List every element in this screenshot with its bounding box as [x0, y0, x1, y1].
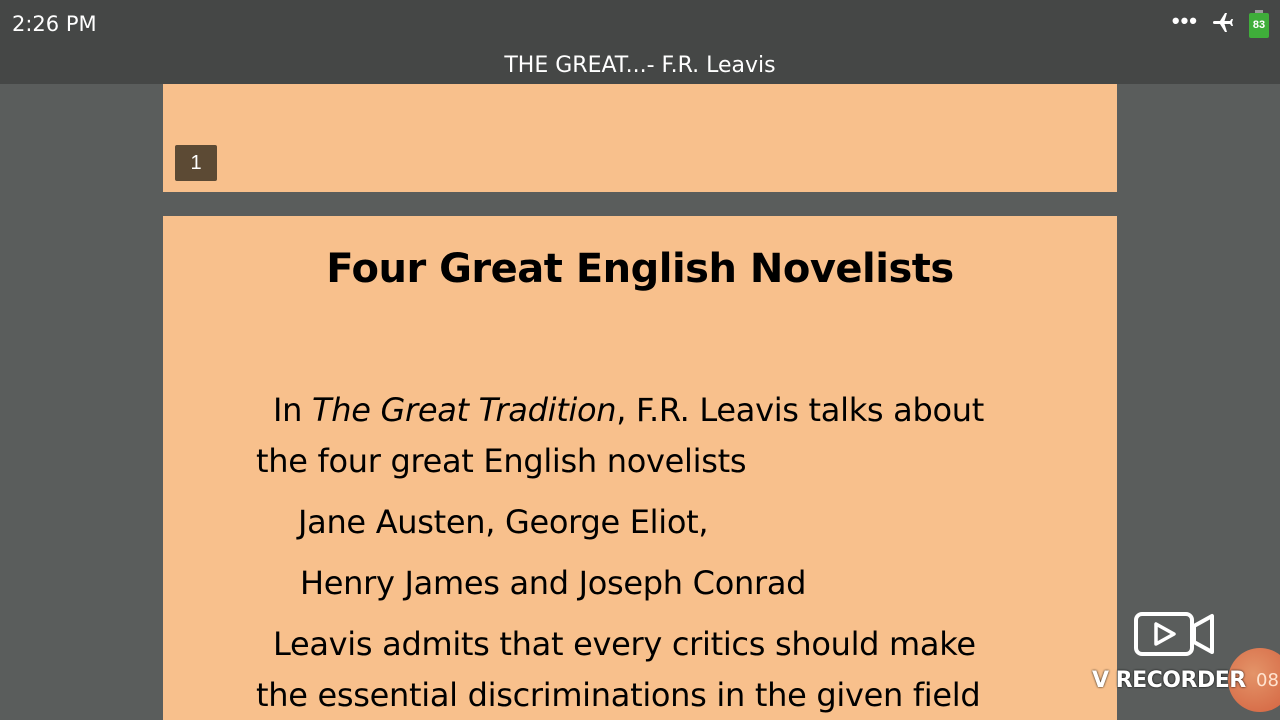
recorder-overlay[interactable]: 08 V RECORDER: [1090, 606, 1280, 720]
ellipsis-icon: •••: [1171, 8, 1198, 33]
recorder-label: V RECORDER: [1092, 668, 1246, 693]
slide-body-line-4: Henry James and Joseph Conrad: [300, 564, 807, 602]
recorder-timer: 08: [1256, 670, 1279, 691]
slide-body-line-2: the four great English novelists: [256, 442, 747, 480]
slide-body-line-1: In The Great Tradition, F.R. Leavis talk…: [273, 391, 984, 429]
status-time: 2:26 PM: [12, 12, 97, 36]
battery-level: 83: [1249, 13, 1269, 38]
slide-body-line-3: Jane Austen, George Eliot,: [298, 503, 709, 541]
status-bar: 2:26 PM ••• 83: [0, 0, 1280, 48]
page-number-badge: 1: [175, 145, 217, 181]
document-title-bar: THE GREAT...- F.R. Leavis: [0, 48, 1280, 84]
book-title-italic: The Great Tradition: [312, 391, 617, 429]
slide-body-line-5: Leavis admits that every critics should …: [273, 625, 976, 663]
battery-icon: 83: [1248, 10, 1270, 38]
airplane-mode-icon: [1210, 10, 1236, 39]
document-title: THE GREAT...- F.R. Leavis: [504, 53, 776, 78]
slide-page-2[interactable]: Four Great English Novelists In The Grea…: [163, 216, 1117, 720]
line1-prefix: In: [273, 391, 312, 429]
video-camera-icon: [1134, 612, 1214, 656]
line1-suffix: , F.R. Leavis talks about: [616, 391, 985, 429]
slide-page-1[interactable]: 1: [163, 84, 1117, 192]
status-icons: ••• 83: [1172, 10, 1270, 38]
slide-body-line-6: the essential discriminations in the giv…: [256, 676, 981, 714]
slide-title: Four Great English Novelists: [326, 246, 954, 292]
